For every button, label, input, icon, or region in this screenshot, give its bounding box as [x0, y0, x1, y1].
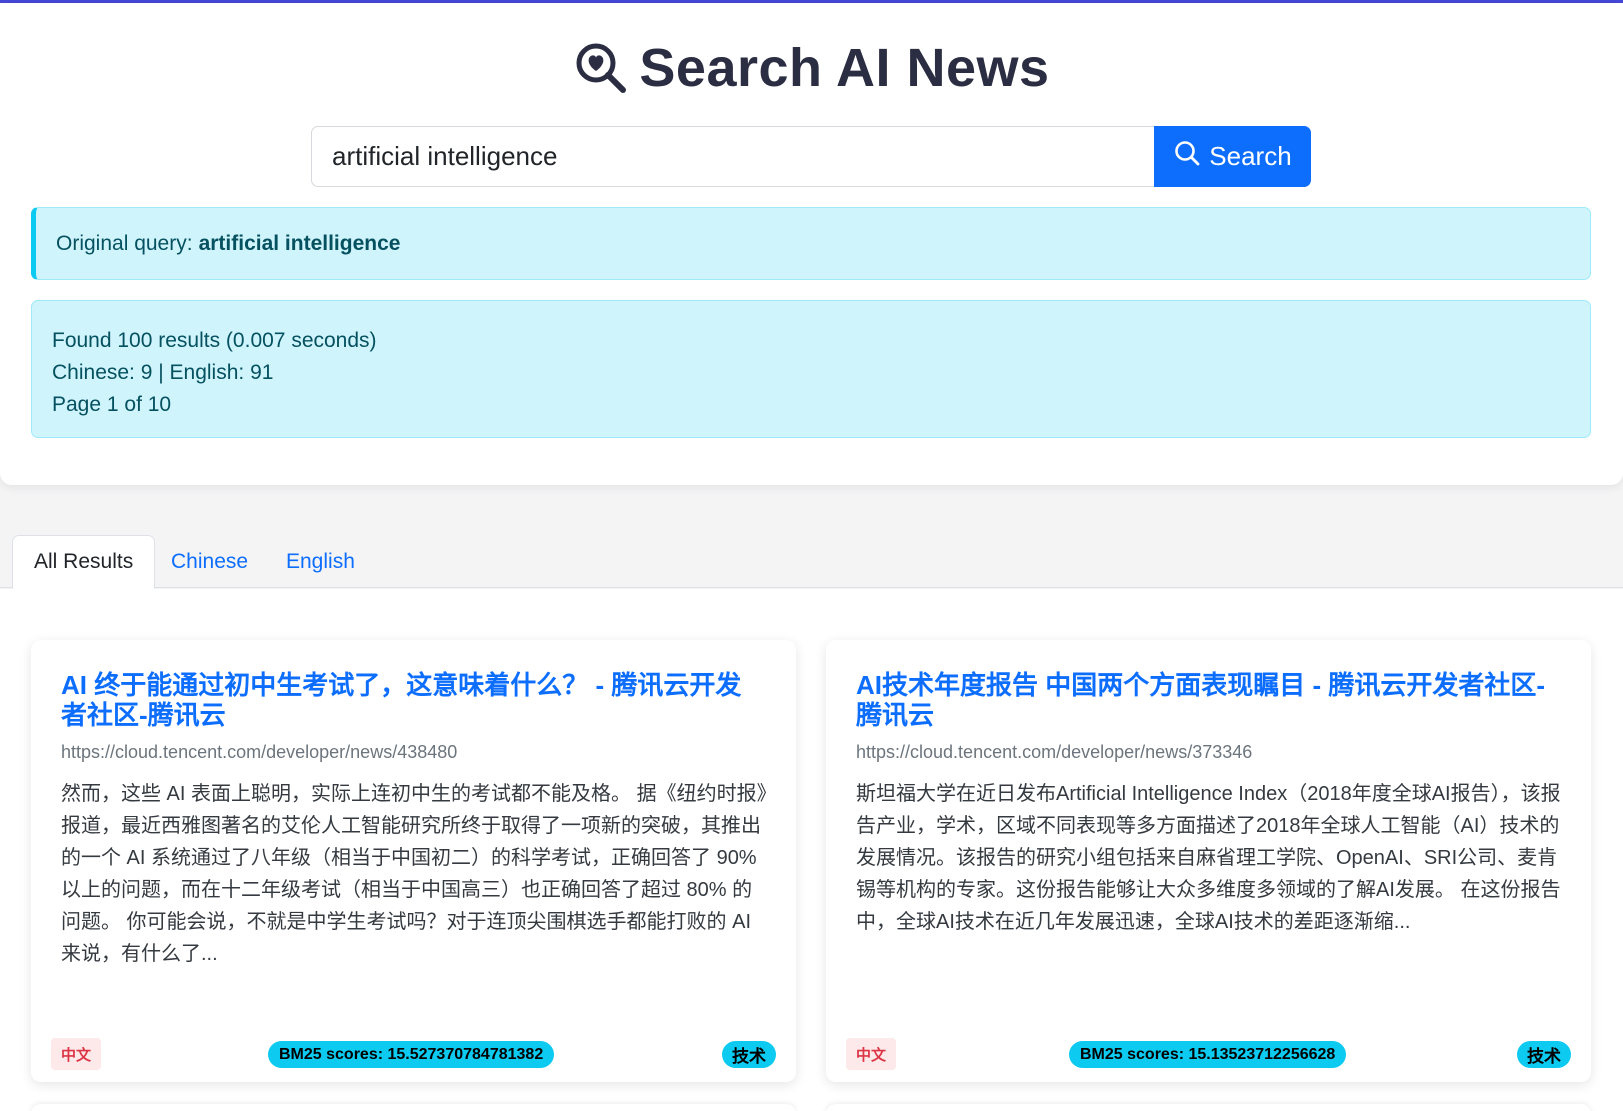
search-button[interactable]: Search [1154, 126, 1311, 187]
original-query-label: Original query: [56, 231, 193, 255]
result-title-link[interactable]: AI 终于能通过初中生考试了，这意味着什么？ - 腾讯云开发者社区-腾讯云 [61, 670, 761, 730]
tab-chinese[interactable]: Chinese [150, 535, 269, 589]
score-badge: BM25 scores: 15.527370784781382 [268, 1041, 555, 1068]
header-card: Search AI News Search Original query: ar… [0, 3, 1623, 485]
search-form: Search [311, 126, 1311, 187]
title-row: Search AI News [0, 33, 1623, 103]
result-card-next [826, 1104, 1591, 1111]
results-tabs: All Results Chinese English [0, 535, 1623, 589]
language-badge: 中文 [51, 1038, 101, 1070]
result-title-link[interactable]: AI技术年度报告 中国两个方面表现瞩目 - 腾讯云开发者社区-腾讯云 [856, 670, 1556, 730]
page-title: Search AI News [639, 38, 1050, 98]
result-url: https://cloud.tencent.com/developer/news… [856, 742, 1253, 762]
category-badge: 技术 [722, 1041, 776, 1068]
language-badge: 中文 [846, 1038, 896, 1070]
score-badge: BM25 scores: 15.13523712256628 [1069, 1041, 1347, 1068]
tab-english[interactable]: English [265, 535, 376, 589]
result-snippet: 然而，这些 AI 表面上聪明，实际上连初中生的考试都不能及格。 据《纽约时报》报… [61, 783, 767, 965]
result-card: AI 终于能通过初中生考试了，这意味着什么？ - 腾讯云开发者社区-腾讯云 ht… [31, 640, 796, 1082]
results-stats-alert: Found 100 results (0.007 seconds) Chines… [31, 300, 1591, 438]
page-indicator-text: Page 1 of 10 [52, 393, 172, 416]
result-card: AI技术年度报告 中国两个方面表现瞩目 - 腾讯云开发者社区-腾讯云 https… [826, 640, 1591, 1082]
search-button-label: Search [1209, 141, 1292, 171]
result-card-next [31, 1104, 796, 1111]
result-url: https://cloud.tencent.com/developer/news… [61, 742, 458, 762]
original-query-alert: Original query: artificial intelligence [31, 207, 1591, 280]
original-query-value: artificial intelligence [198, 231, 401, 255]
search-input[interactable] [311, 126, 1154, 187]
results-found-text: Found 100 results (0.007 seconds) [52, 329, 377, 352]
search-heart-icon [573, 40, 629, 96]
category-badge: 技术 [1517, 1041, 1571, 1068]
search-icon [1173, 139, 1201, 174]
result-snippet: 斯坦福大学在近日发布Artificial Intelligence Index（… [856, 783, 1561, 933]
language-counts-text: Chinese: 9 | English: 91 [52, 361, 274, 384]
tab-all-results[interactable]: All Results [12, 535, 156, 589]
